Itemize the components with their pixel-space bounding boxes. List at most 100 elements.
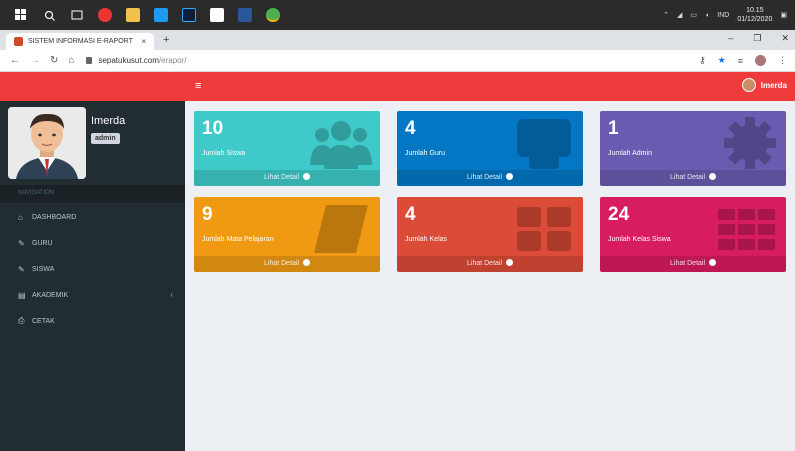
url-path: /erapor/ bbox=[158, 56, 187, 65]
search-icon[interactable] bbox=[42, 8, 56, 22]
stat-label: Jumlah Kelas bbox=[405, 236, 448, 243]
notification-icon[interactable]: ▣ bbox=[780, 11, 787, 19]
detail-link-label: Lihat Detail bbox=[670, 260, 706, 267]
user-menu[interactable]: Imerda bbox=[741, 78, 787, 92]
profile-avatar-icon[interactable] bbox=[755, 55, 766, 66]
twitter-icon[interactable] bbox=[154, 8, 168, 22]
table-icon: ▤ bbox=[18, 290, 26, 300]
volume-icon[interactable]: ◖ bbox=[705, 12, 709, 19]
detail-link-label: Lihat Detail bbox=[467, 174, 503, 181]
sidebar-item-siswa[interactable]: ✎ SISWA bbox=[0, 256, 185, 282]
home-icon: ⌂ bbox=[18, 212, 23, 222]
sidebar-menu: ⌂ DASHBOARD ✎ GURU ✎ SISWA ▤ AKADEMIK ‹ … bbox=[0, 204, 185, 334]
menu-toggle-icon[interactable]: ≡ bbox=[195, 80, 201, 92]
sidebar: Imerda admin NAVIGATION ⌂ DASHBOARD ✎ GU… bbox=[0, 101, 185, 451]
detail-link[interactable]: Lihat Detail bbox=[194, 170, 380, 186]
url-field[interactable]: sepatukusut.com/erapor/ bbox=[86, 56, 187, 65]
grid-icon bbox=[517, 207, 571, 251]
clock[interactable]: 10.15 01/12/2020 bbox=[737, 6, 772, 24]
bookmark-star-icon[interactable]: ★ bbox=[718, 55, 726, 66]
reload-icon[interactable]: ↻ bbox=[50, 55, 58, 66]
minimize-icon[interactable]: – bbox=[728, 33, 733, 44]
chrome-taskbar-icon[interactable] bbox=[98, 8, 112, 22]
stat-box-siswa: 10 Jumlah Siswa Lihat Detail bbox=[194, 111, 380, 186]
sidebar-item-guru[interactable]: ✎ GURU bbox=[0, 230, 185, 256]
reading-list-icon[interactable]: ≡ bbox=[738, 56, 743, 66]
key-icon[interactable]: ⚷ bbox=[699, 55, 706, 66]
detail-link-label: Lihat Detail bbox=[467, 260, 503, 267]
user-panel: Imerda admin bbox=[8, 107, 178, 182]
detail-link[interactable]: Lihat Detail bbox=[194, 256, 380, 272]
browser-tab[interactable]: SISTEM INFORMASI E-RAPORT × bbox=[6, 33, 154, 50]
stat-label: Jumlah Kelas Siswa bbox=[608, 236, 671, 243]
new-tab-button[interactable]: + bbox=[163, 34, 169, 46]
tab-close-icon[interactable]: × bbox=[141, 37, 146, 46]
avatar bbox=[8, 107, 86, 179]
window-controls: – ❐ ✕ bbox=[728, 33, 789, 44]
sidebar-item-label: CETAK bbox=[32, 317, 55, 325]
home-icon[interactable]: ⌂ bbox=[68, 55, 74, 66]
arrow-circle-right-icon bbox=[302, 259, 310, 266]
app-header: ≡ Imerda bbox=[0, 72, 795, 101]
chevron-up-icon[interactable]: ⌃ bbox=[663, 11, 669, 19]
teacher-icon bbox=[517, 119, 571, 169]
detail-link[interactable]: Lihat Detail bbox=[397, 170, 583, 186]
sidebar-item-label: GURU bbox=[32, 239, 53, 247]
close-window-icon[interactable]: ✕ bbox=[781, 33, 789, 44]
task-view-icon[interactable] bbox=[70, 8, 84, 22]
stat-value: 4 bbox=[405, 204, 416, 225]
file-explorer-icon[interactable] bbox=[126, 8, 140, 22]
user-avatar-icon bbox=[741, 78, 756, 92]
detail-link[interactable]: Lihat Detail bbox=[397, 256, 583, 272]
arrow-circle-right-icon bbox=[505, 259, 513, 266]
restore-icon[interactable]: ❐ bbox=[753, 33, 761, 44]
sidebar-item-label: AKADEMIK bbox=[32, 291, 69, 299]
detail-link[interactable]: Lihat Detail bbox=[600, 256, 786, 272]
stat-label: Jumlah Mata Pelajaran bbox=[202, 236, 274, 243]
network-icon[interactable]: ◢ bbox=[677, 11, 682, 19]
more-menu-icon[interactable]: ⋮ bbox=[778, 55, 787, 66]
detail-link-label: Lihat Detail bbox=[264, 260, 300, 267]
stat-label: Jumlah Admin bbox=[608, 150, 652, 157]
book-icon bbox=[314, 205, 368, 253]
sidebar-item-label: DASHBOARD bbox=[32, 213, 77, 221]
stat-box-admin: 1 Jumlah Admin Lihat Detail bbox=[600, 111, 786, 186]
stat-label: Jumlah Siswa bbox=[202, 150, 246, 157]
stat-label: Jumlah Guru bbox=[405, 150, 446, 157]
stat-value: 4 bbox=[405, 118, 416, 139]
language-indicator[interactable]: IND bbox=[717, 12, 729, 19]
users-icon bbox=[310, 121, 372, 169]
word-icon[interactable] bbox=[238, 8, 252, 22]
chevron-left-icon: ‹ bbox=[170, 291, 173, 299]
sidebar-item-dashboard[interactable]: ⌂ DASHBOARD bbox=[0, 204, 185, 230]
sidebar-item-label: SISWA bbox=[32, 265, 55, 273]
arrow-circle-right-icon bbox=[708, 173, 716, 180]
battery-icon[interactable]: ▭ bbox=[690, 11, 697, 19]
windows-start-icon[interactable] bbox=[14, 8, 28, 22]
grid-icon bbox=[718, 209, 775, 250]
gear-icon bbox=[724, 117, 776, 169]
sidebar-item-cetak[interactable]: ⎙ CETAK bbox=[0, 308, 185, 334]
sidebar-item-akademik[interactable]: ▤ AKADEMIK ‹ bbox=[0, 282, 185, 308]
nav-header: NAVIGATION bbox=[0, 185, 185, 203]
arrow-circle-right-icon bbox=[302, 173, 310, 180]
forward-icon[interactable]: → bbox=[30, 55, 40, 66]
arrow-circle-right-icon bbox=[505, 173, 513, 180]
stat-value: 9 bbox=[202, 204, 213, 225]
lock-icon bbox=[86, 57, 93, 64]
stat-box-mata-pelajaran: 9 Jumlah Mata Pelajaran Lihat Detail bbox=[194, 197, 380, 272]
tab-title: SISTEM INFORMASI E-RAPORT bbox=[28, 38, 133, 45]
stat-box-kelas: 4 Jumlah Kelas Lihat Detail bbox=[397, 197, 583, 272]
detail-link-label: Lihat Detail bbox=[670, 174, 706, 181]
favicon-icon bbox=[14, 37, 23, 46]
sidebar-user-name: Imerda bbox=[91, 115, 126, 127]
mail-icon[interactable] bbox=[210, 8, 224, 22]
photoshop-icon[interactable] bbox=[182, 8, 196, 22]
address-bar: ← → ↻ ⌂ sepatukusut.com/erapor/ ⚷ ★ ≡ ⋮ bbox=[0, 50, 795, 72]
toolbar-right: ⚷ ★ ≡ ⋮ bbox=[699, 55, 787, 66]
header-user-name: Imerda bbox=[760, 80, 787, 90]
chrome-active-icon[interactable] bbox=[266, 8, 280, 22]
arrow-circle-right-icon bbox=[708, 259, 716, 266]
detail-link[interactable]: Lihat Detail bbox=[600, 170, 786, 186]
back-icon[interactable]: ← bbox=[10, 55, 20, 66]
